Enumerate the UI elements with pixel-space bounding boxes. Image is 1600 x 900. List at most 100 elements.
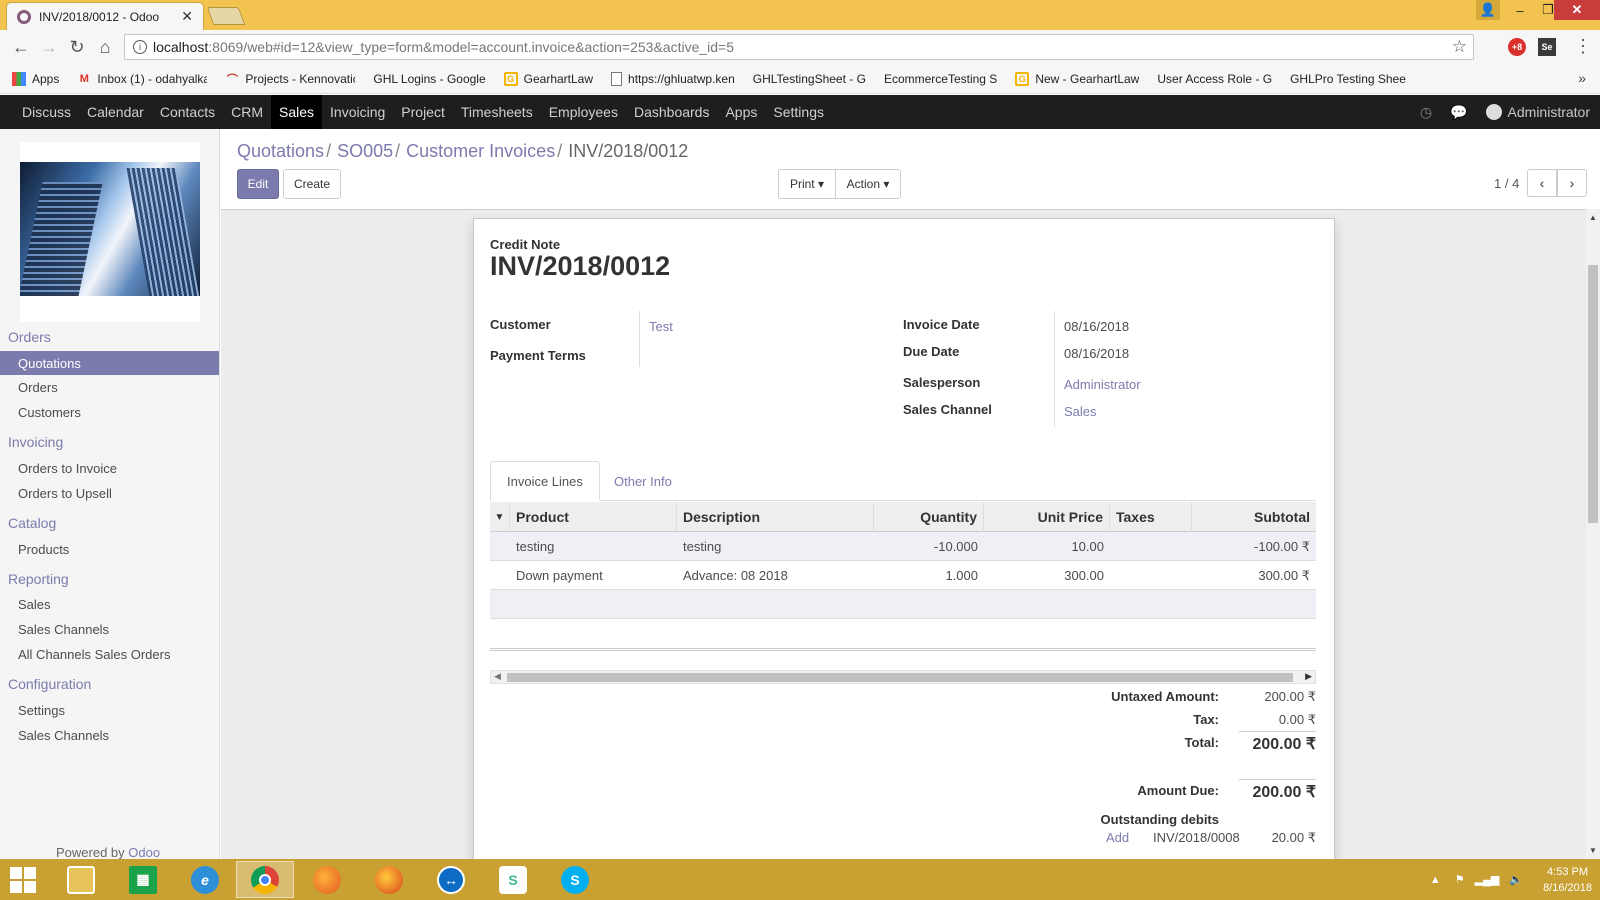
- sidebar-item-orders[interactable]: Orders: [0, 376, 219, 400]
- sidebar-section-catalog[interactable]: Catalog: [8, 515, 56, 531]
- scroll-left-icon[interactable]: ◀: [494, 671, 501, 682]
- bookmark-item[interactable]: GHLPro Testing Shee: [473, 72, 1406, 296]
- sales-channel-value[interactable]: Sales: [1064, 404, 1097, 419]
- column-taxes[interactable]: Taxes: [1110, 502, 1192, 532]
- network-icon[interactable]: ▂▄▆: [1475, 873, 1500, 886]
- sidebar-section-orders[interactable]: Orders: [8, 329, 51, 345]
- tab-close-icon[interactable]: ✕: [181, 8, 193, 25]
- sidebar-item-orders-to-upsell[interactable]: Orders to Upsell: [0, 481, 219, 505]
- internet-explorer-icon[interactable]: e: [176, 861, 234, 898]
- bookmark-item[interactable]: Apps: [12, 71, 59, 86]
- slack-icon[interactable]: S: [484, 861, 542, 898]
- column-unit-price[interactable]: Unit Price: [984, 502, 1110, 532]
- minimize-button[interactable]: –: [1506, 0, 1534, 20]
- menu-calendar[interactable]: Calendar: [79, 95, 152, 129]
- outstanding-add-link[interactable]: Add: [1106, 830, 1129, 845]
- customer-value[interactable]: Test: [649, 319, 673, 334]
- sidebar-item-orders-to-invoice[interactable]: Orders to Invoice: [0, 456, 219, 480]
- firefox-icon[interactable]: [298, 861, 356, 898]
- column-description[interactable]: Description: [677, 502, 874, 532]
- sidebar-item-quotations[interactable]: Quotations: [0, 351, 219, 375]
- firefox-dev-icon[interactable]: [360, 861, 418, 898]
- flag-icon[interactable]: ⚑: [1455, 873, 1465, 886]
- menu-apps[interactable]: Apps: [717, 95, 765, 129]
- breadcrumb-item[interactable]: Quotations: [237, 141, 324, 162]
- menu-invoicing[interactable]: Invoicing: [322, 95, 393, 129]
- menu-settings[interactable]: Settings: [765, 95, 832, 129]
- sidebar-section-configuration[interactable]: Configuration: [8, 676, 91, 692]
- sidebar-item-sales-channels[interactable]: Sales Channels: [0, 618, 219, 642]
- bookmark-item[interactable]: M Inbox (1) - odahyalka: [77, 72, 208, 86]
- sidebar-item-products[interactable]: Products: [0, 537, 219, 561]
- user-avatar[interactable]: [1485, 104, 1502, 120]
- chrome-icon[interactable]: [236, 861, 294, 898]
- edit-button[interactable]: Edit: [237, 169, 279, 199]
- breadcrumb-item[interactable]: SO005: [337, 141, 393, 162]
- bookmark-item[interactable]: User Access Role - G: [473, 72, 1272, 296]
- table-row[interactable]: Down payment Advance: 08 2018 1.000 300.00 3…: [490, 561, 1316, 590]
- address-bar[interactable]: i localhost:8069/web#id=12&view_type=for…: [124, 34, 1474, 60]
- new-tab-button[interactable]: [206, 7, 246, 25]
- back-arrow-icon[interactable]: ←: [10, 36, 32, 58]
- scroll-up-icon[interactable]: ▲: [1589, 213, 1597, 222]
- clock[interactable]: 4:53 PM 8/16/2018: [1543, 864, 1592, 896]
- create-button[interactable]: Create: [283, 169, 341, 199]
- user-name[interactable]: Administrator: [1508, 104, 1590, 120]
- store-icon[interactable]: ▦: [114, 861, 172, 898]
- sort-caret-icon[interactable]: ▼: [490, 502, 510, 532]
- horizontal-scrollbar[interactable]: ◀ ▶: [490, 670, 1316, 684]
- forward-arrow-icon[interactable]: →: [38, 36, 60, 58]
- tab-other-info[interactable]: Other Info: [598, 461, 688, 501]
- scroll-down-icon[interactable]: ▼: [1589, 846, 1597, 855]
- browser-menu-icon[interactable]: ⋮: [1574, 36, 1592, 57]
- pager-next-button[interactable]: ›: [1557, 169, 1587, 197]
- column-quantity[interactable]: Quantity: [874, 502, 984, 532]
- menu-contacts[interactable]: Contacts: [152, 95, 223, 129]
- scrollbar-thumb[interactable]: [1588, 265, 1598, 523]
- menu-dashboards[interactable]: Dashboards: [626, 95, 718, 129]
- activity-clock-icon[interactable]: ◷: [1420, 104, 1432, 121]
- home-icon[interactable]: ⌂: [94, 36, 116, 58]
- sidebar-item-sales-channels[interactable]: Sales Channels: [0, 723, 219, 747]
- menu-sales[interactable]: Sales: [270, 95, 323, 129]
- bookmark-item[interactable]: G GearhartLaw: [503, 71, 593, 86]
- reload-icon[interactable]: ↻: [66, 36, 88, 58]
- sidebar-item-all-channels-sales-orders[interactable]: All Channels Sales Orders: [0, 642, 219, 666]
- menu-crm[interactable]: CRM: [223, 95, 271, 129]
- bookmark-item[interactable]: GHLTestingSheet - G: [473, 72, 866, 296]
- sidebar-item-sales[interactable]: Sales: [0, 593, 219, 617]
- sidebar-section-reporting[interactable]: Reporting: [8, 571, 69, 587]
- close-window-button[interactable]: ✕: [1554, 0, 1600, 20]
- vertical-scrollbar[interactable]: ▲ ▼: [1586, 209, 1600, 859]
- volume-icon[interactable]: 🔈: [1509, 873, 1523, 886]
- skype-icon[interactable]: S: [546, 861, 604, 898]
- browser-tab[interactable]: INV/2018/0012 - Odoo ✕: [6, 2, 204, 30]
- bookmark-star-icon[interactable]: ☆: [1452, 37, 1467, 57]
- teamviewer-icon[interactable]: ↔: [422, 861, 480, 898]
- sidebar-item-customers[interactable]: Customers: [0, 401, 219, 425]
- sidebar-item-settings[interactable]: Settings: [0, 698, 219, 722]
- salesperson-value[interactable]: Administrator: [1064, 377, 1141, 392]
- info-icon[interactable]: i: [133, 40, 147, 54]
- bookmark-item[interactable]: EcommerceTesting S: [473, 72, 997, 296]
- menu-timesheets[interactable]: Timesheets: [453, 95, 541, 129]
- breadcrumb-item[interactable]: Customer Invoices: [406, 141, 555, 162]
- tab-invoice-lines[interactable]: Invoice Lines: [490, 461, 600, 501]
- selenium-extension-icon[interactable]: Se: [1538, 38, 1556, 56]
- windows-start-icon[interactable]: [10, 867, 38, 893]
- column-product[interactable]: Product: [510, 502, 677, 532]
- tray-expand-icon[interactable]: ▲: [1430, 874, 1441, 886]
- pager-previous-button[interactable]: ‹: [1527, 169, 1557, 197]
- bookmark-item[interactable]: ⌒ Projects - Kennovatic: [225, 72, 356, 86]
- menu-employees[interactable]: Employees: [541, 95, 626, 129]
- bookmark-item[interactable]: GHL Logins - Google: [373, 72, 487, 296]
- more-bookmarks-icon[interactable]: »: [1578, 70, 1586, 86]
- print-dropdown[interactable]: Print ▾: [778, 169, 836, 199]
- scroll-right-icon[interactable]: ▶: [1305, 671, 1312, 682]
- column-subtotal[interactable]: Subtotal: [1192, 502, 1316, 532]
- scrollbar-thumb[interactable]: [507, 673, 1293, 682]
- sidebar-section-invoicing[interactable]: Invoicing: [8, 434, 63, 450]
- bookmark-item[interactable]: G New - GearhartLaw: [1015, 71, 1139, 86]
- table-row[interactable]: testing testing -10.000 10.00 -100.00 ₹: [490, 532, 1316, 561]
- action-dropdown[interactable]: Action ▾: [835, 169, 901, 199]
